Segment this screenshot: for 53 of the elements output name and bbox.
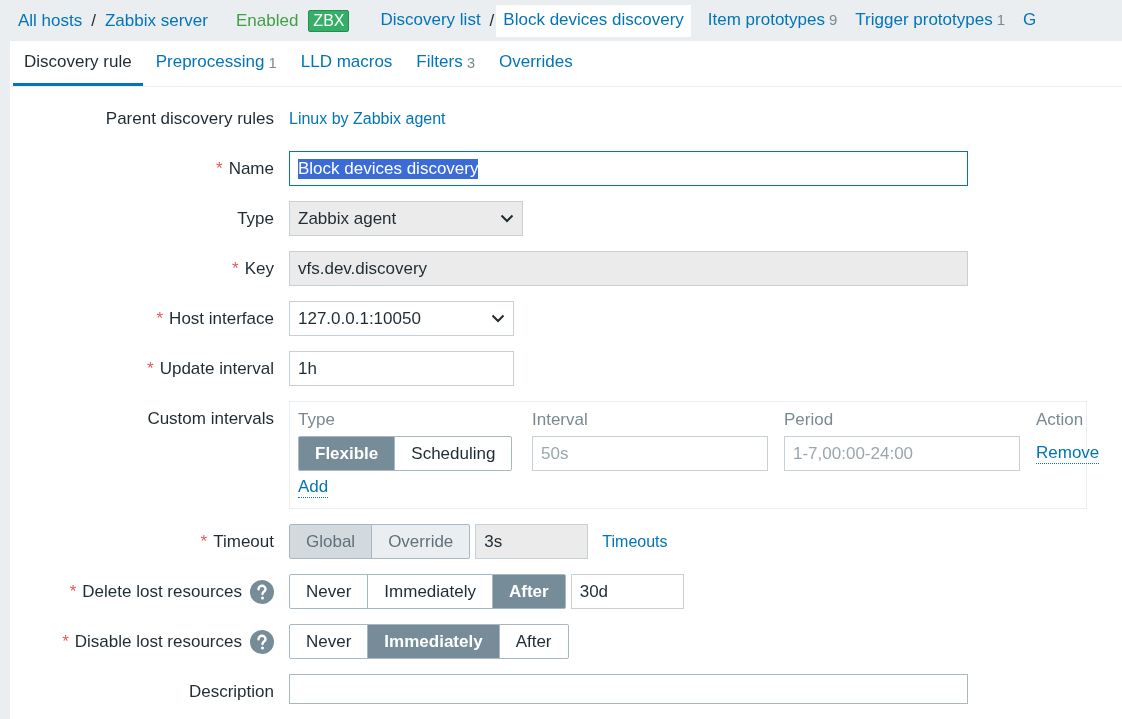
tab[interactable]: Discovery rule: [13, 41, 143, 86]
description-textarea[interactable]: [289, 674, 968, 704]
tab[interactable]: Preprocessing 1: [144, 41, 288, 86]
segment-button[interactable]: Scheduling: [394, 436, 513, 471]
chevron-down-icon: [500, 214, 514, 223]
breadcrumb-link[interactable]: All hosts: [18, 10, 83, 31]
field-label: * Host interface: [156, 308, 274, 329]
field-label: * Key: [232, 258, 274, 279]
tab[interactable]: Overrides: [488, 41, 584, 86]
column-header: Period: [784, 410, 835, 430]
field-label: * Name: [216, 158, 274, 179]
field-label: Parent discovery rules: [105, 108, 274, 129]
segment-button[interactable]: Immediately: [367, 574, 493, 609]
select-field[interactable]: 127.0.0.1:10050: [289, 301, 514, 336]
field-label: Type: [237, 208, 274, 229]
breadcrumb-link[interactable]: Zabbix server: [105, 10, 208, 31]
period-input[interactable]: 30d: [570, 574, 684, 609]
nav-link[interactable]: Trigger prototypes 1: [848, 4, 1012, 37]
tab[interactable]: LLD macros: [289, 41, 404, 86]
status-text: Enabled: [235, 10, 299, 31]
tab[interactable]: Filters 3: [405, 41, 486, 86]
segment-button[interactable]: After: [492, 574, 566, 609]
add-link[interactable]: Add: [298, 477, 329, 498]
segment-button[interactable]: After: [498, 624, 569, 659]
breadcrumb-link[interactable]: Discovery list: [373, 4, 488, 37]
chevron-down-icon: [491, 314, 505, 323]
segment-button[interactable]: Never: [289, 624, 369, 659]
breadcrumb-separator: /: [91, 10, 96, 31]
field-label: * Delete lost resources: [69, 581, 242, 602]
remove-link[interactable]: Remove: [1036, 443, 1100, 464]
select-field[interactable]: Zabbix agent: [289, 201, 523, 236]
agent-badge: ZBX: [308, 9, 350, 32]
field-label: * Timeout: [200, 531, 274, 552]
breadcrumb-separator: /: [489, 10, 495, 31]
help-icon[interactable]: [250, 579, 274, 604]
field-label: Custom intervals: [147, 409, 274, 429]
breadcrumb-link[interactable]: Block devices discovery: [496, 4, 691, 37]
column-header: Interval: [532, 410, 589, 430]
text-input[interactable]: 1h: [289, 351, 514, 386]
interval-input[interactable]: 50s: [532, 436, 768, 471]
help-icon[interactable]: [250, 629, 274, 654]
segment-button[interactable]: Immediately: [367, 624, 500, 659]
field-label: * Update interval: [147, 358, 274, 379]
nav-link[interactable]: G: [1016, 4, 1044, 37]
field-label: * Disable lost resources: [62, 631, 242, 652]
segment-button[interactable]: Flexible: [298, 436, 396, 471]
text-input[interactable]: Block devices discovery: [289, 151, 968, 186]
field-label: Description: [188, 682, 274, 702]
nav-link[interactable]: Item prototypes 9: [700, 4, 845, 37]
parent-rule-link[interactable]: Linux by Zabbix agent: [289, 109, 446, 128]
segment-button[interactable]: Never: [289, 574, 369, 609]
column-header: Type: [298, 410, 336, 430]
column-header: Action: [1036, 410, 1085, 430]
